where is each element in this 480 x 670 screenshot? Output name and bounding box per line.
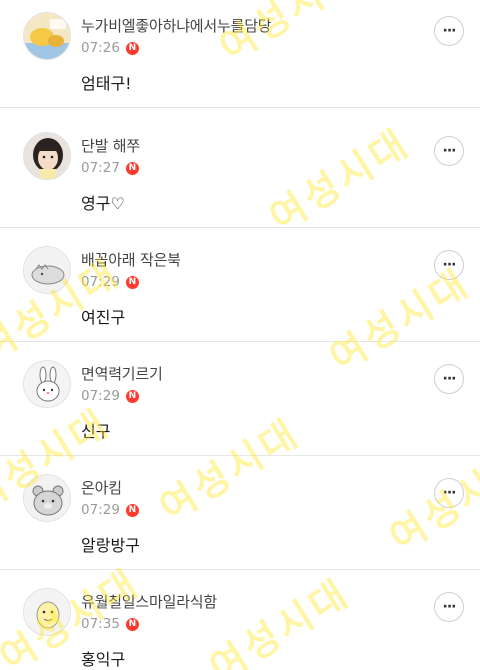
dinosaur-avatar-icon[interactable] [23, 246, 71, 294]
girl-photo-avatar-icon[interactable] [23, 132, 71, 180]
comment-text: 엄태구! [81, 74, 132, 93]
more-options-button[interactable]: ··· [434, 364, 464, 394]
comment-item: 배꼽아래 작은북 07:29 N 여진구 ··· [0, 228, 480, 342]
comment-author[interactable]: 단발 해쭈 [81, 135, 140, 156]
comment-meta: 07:29 N [81, 387, 139, 405]
comment-time: 07:29 [81, 502, 120, 518]
comment-item: 단발 해쭈 07:27 N 영구♡ ··· [0, 114, 480, 228]
comment-meta: 07:26 N [81, 39, 139, 57]
comment-text: 여진구 [81, 308, 126, 327]
more-options-button[interactable]: ··· [434, 592, 464, 622]
new-badge: N [125, 41, 139, 55]
more-icon: ··· [442, 485, 457, 501]
comment-author[interactable]: 누가비엘좋아하냐에서누를담당 [81, 15, 272, 36]
comment-author[interactable]: 유월칠일스마일라식함 [81, 591, 217, 612]
new-badge: N [125, 275, 139, 289]
rabbit-avatar-icon[interactable] [23, 360, 71, 408]
comment-text: 알랑방구 [81, 536, 140, 555]
more-options-button[interactable]: ··· [434, 136, 464, 166]
character-avatar-icon[interactable] [23, 588, 71, 636]
comment-author[interactable]: 온아킴 [81, 477, 122, 498]
comment-item: 유월칠일스마일라식함 07:35 N 홍익구 ··· [0, 570, 480, 670]
more-icon: ··· [442, 599, 457, 615]
comment-text: 신구 [81, 422, 111, 441]
more-options-button[interactable]: ··· [434, 478, 464, 508]
comment-meta: 07:29 N [81, 273, 139, 291]
comment-item: 면역력기르기 07:29 N 신구 ··· [0, 342, 480, 456]
comment-time: 07:29 [81, 274, 120, 290]
more-icon: ··· [442, 23, 457, 39]
comment-time: 07:26 [81, 40, 120, 56]
more-icon: ··· [442, 371, 457, 387]
new-badge: N [125, 161, 139, 175]
more-options-button[interactable]: ··· [434, 16, 464, 46]
new-badge: N [125, 503, 139, 517]
comment-text: 영구♡ [81, 194, 125, 213]
comment-feed: 누가비엘좋아하냐에서누를담당 07:26 N 엄태구! ··· 단발 해쭈 07… [0, 0, 480, 670]
comment-time: 07:29 [81, 388, 120, 404]
comment-time: 07:27 [81, 160, 120, 176]
comment-item: 온아킴 07:29 N 알랑방구 ··· [0, 456, 480, 570]
comment-text: 홍익구 [81, 650, 126, 669]
comment-author[interactable]: 배꼽아래 작은북 [81, 249, 181, 270]
photo-avatar-icon[interactable] [23, 12, 71, 60]
comment-meta: 07:29 N [81, 501, 139, 519]
more-icon: ··· [442, 143, 457, 159]
comment-meta: 07:27 N [81, 159, 139, 177]
comment-author[interactable]: 면역력기르기 [81, 363, 163, 384]
more-icon: ··· [442, 257, 457, 273]
comment-item: 누가비엘좋아하냐에서누를담당 07:26 N 엄태구! ··· [0, 0, 480, 108]
comment-time: 07:35 [81, 616, 120, 632]
new-badge: N [125, 389, 139, 403]
more-options-button[interactable]: ··· [434, 250, 464, 280]
new-badge: N [125, 617, 139, 631]
bear-avatar-icon[interactable] [23, 474, 71, 522]
comment-meta: 07:35 N [81, 615, 139, 633]
